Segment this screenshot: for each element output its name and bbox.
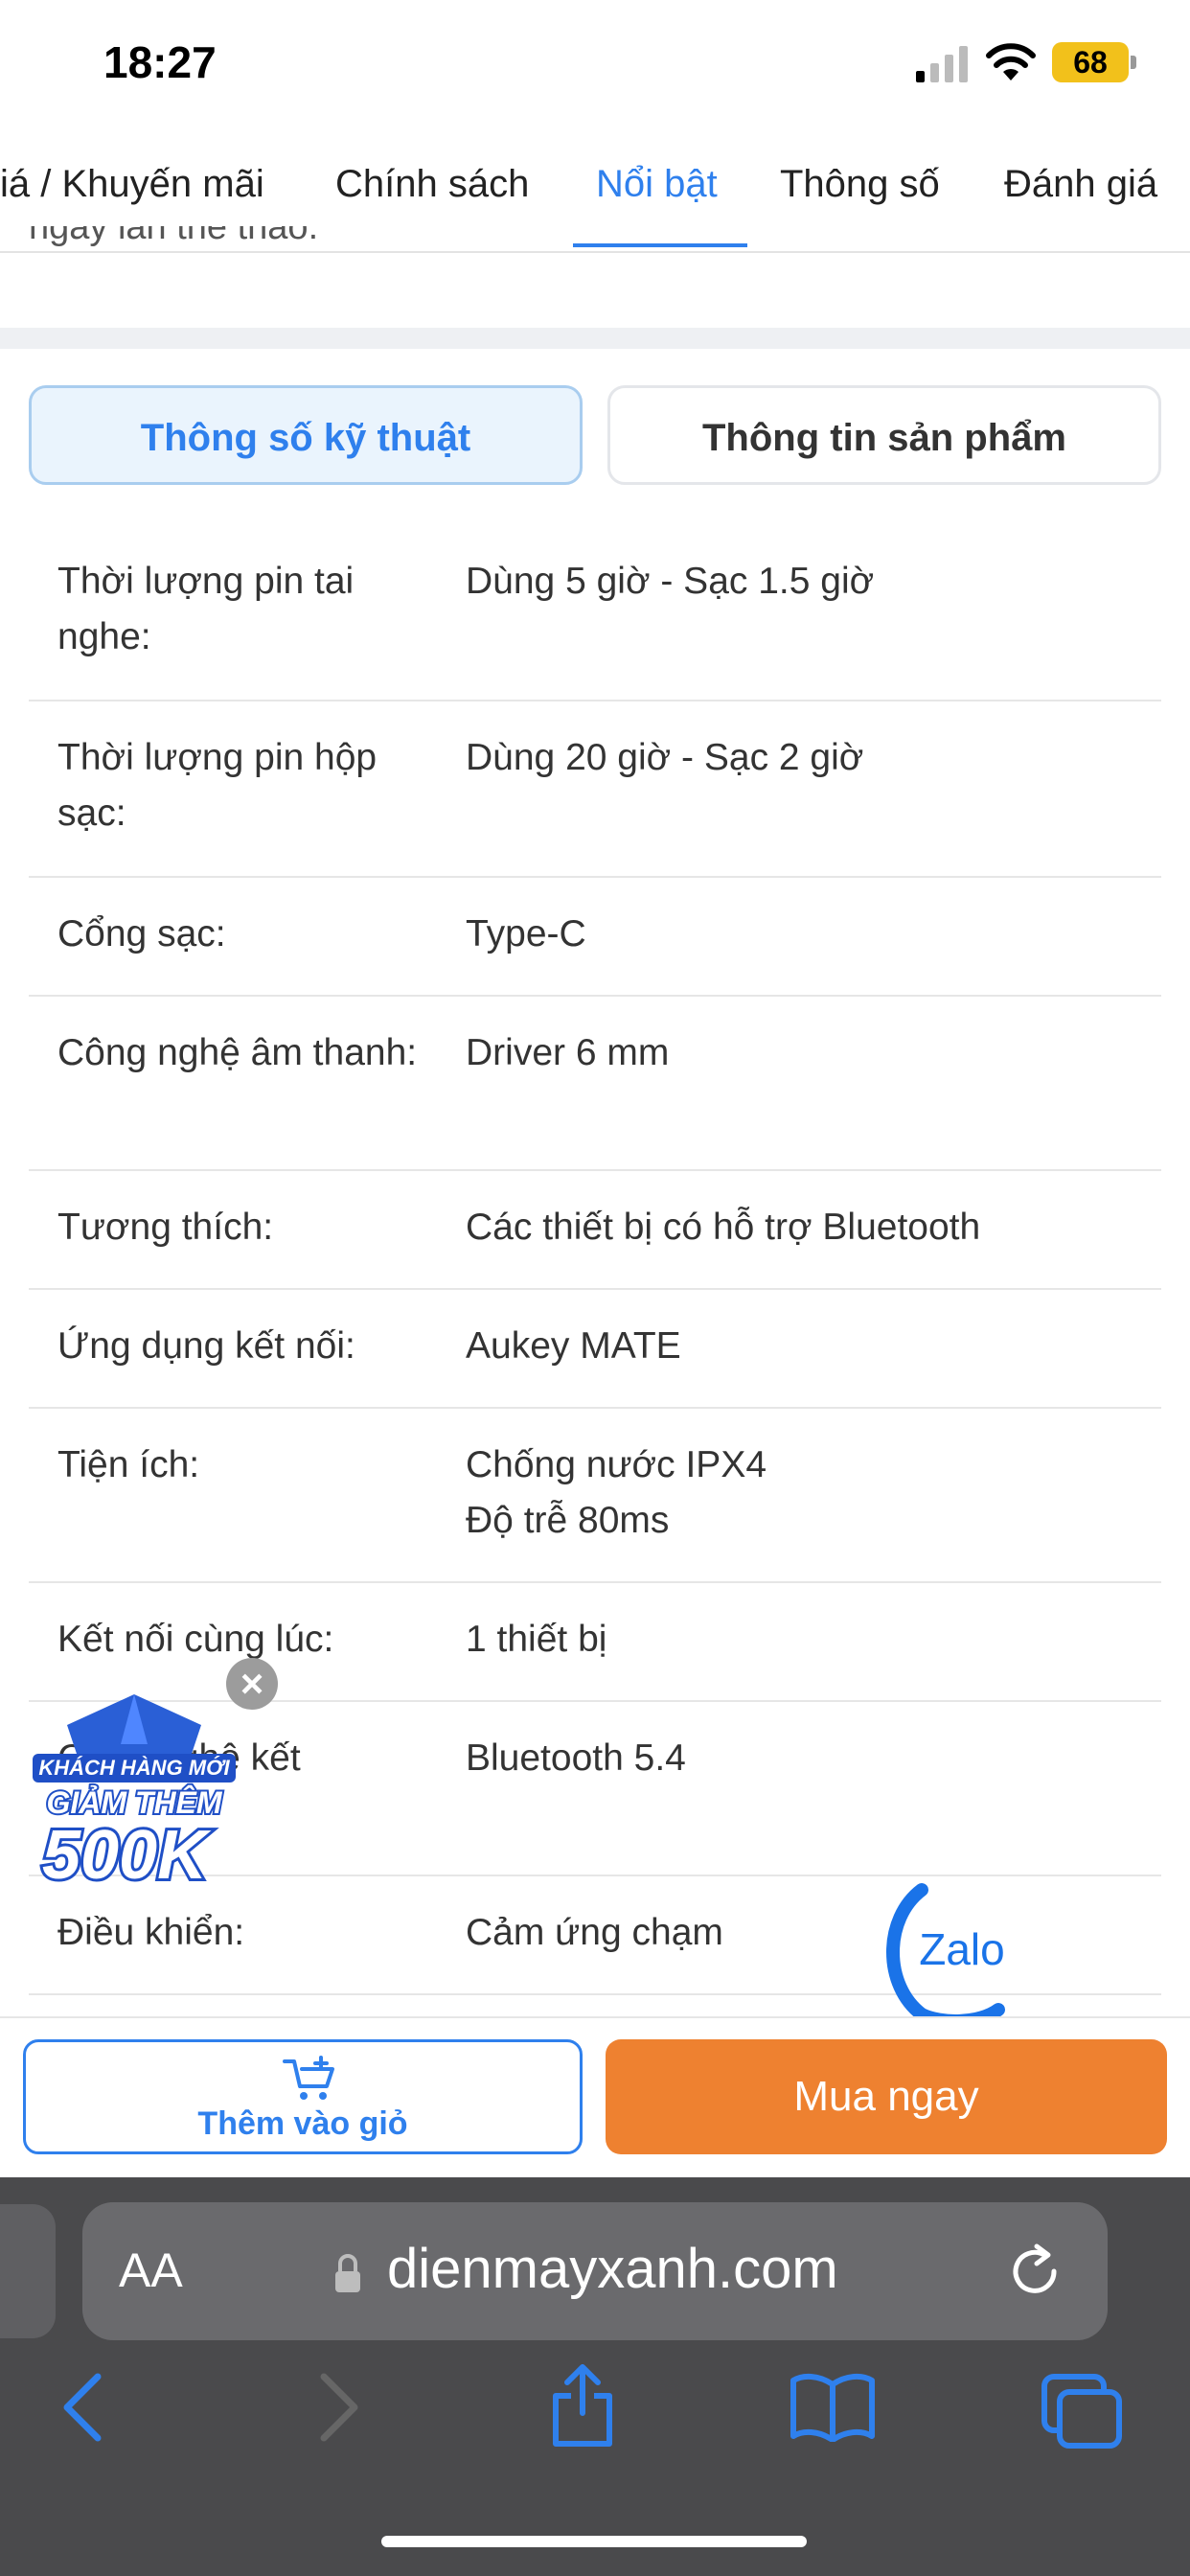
spec-label: Công nghệ âm thanh: — [57, 1032, 418, 1073]
url-text[interactable]: dienmayxanh.com — [387, 2237, 838, 2301]
status-time: 18:27 — [103, 37, 217, 87]
bookmarks-icon[interactable] — [790, 2373, 876, 2442]
spec-label: Cổng sạc: — [57, 913, 226, 954]
section-divider — [0, 328, 1190, 349]
spec-label: Tiện ích: — [57, 1444, 200, 1485]
battery-indicator: 68 — [1052, 42, 1129, 82]
cut-off-description-text: ngày lẫn thể thao. — [29, 226, 319, 247]
zalo-label: Zalo — [919, 1924, 1004, 1974]
active-tab-indicator — [573, 243, 747, 247]
spec-value: Aukey MATE — [466, 1325, 681, 1367]
battery-cap — [1131, 56, 1136, 69]
tabs-icon[interactable] — [1041, 2373, 1123, 2450]
spec-label: Kết nối cùng lúc: — [57, 1619, 334, 1660]
cellular-signal-icon — [916, 46, 968, 82]
add-to-cart-label: Thêm vào giỏ — [197, 2105, 408, 2142]
spec-label: Thời lượng pin tai nghe: — [57, 561, 355, 657]
close-promo-button[interactable]: × — [226, 1658, 278, 1710]
previous-tab-peek[interactable] — [0, 2204, 56, 2338]
cut-off-description: ngày lẫn thể thao. — [29, 226, 318, 251]
promo-line1: KHÁCH HÀNG MỚI — [38, 1756, 230, 1780]
promo-line3: 500K — [42, 1817, 212, 1894]
spec-value: Dùng 20 giờ - Sạc 2 giờ — [466, 737, 864, 778]
cart-plus-icon — [283, 2056, 334, 2100]
spec-value: Driver 6 mm — [466, 1032, 670, 1073]
close-icon: × — [240, 1661, 264, 1706]
table-row: Kết nối cùng lúc: 1 thiết bị — [29, 1583, 1161, 1702]
reload-icon[interactable] — [1008, 2242, 1065, 2302]
spec-value: Cảm ứng chạm — [466, 1912, 723, 1953]
new-customer-promo-badge[interactable]: KHÁCH HÀNG MỚI GIẢM THÊM 500K — [29, 1687, 240, 1898]
table-row: Tiện ích: Chống nước IPX4 Độ trễ 80ms — [29, 1409, 1161, 1583]
buy-now-button[interactable]: Mua ngay — [606, 2039, 1167, 2154]
table-row: Cổng sạc: Type-C — [29, 878, 1161, 997]
spec-label: Ứng dụng kết nối: — [57, 1325, 355, 1367]
status-bar: 18:27 68 — [0, 0, 1190, 125]
spec-value: 1 thiết bị — [466, 1619, 607, 1660]
tab-promotions[interactable]: iá / Khuyến mãi — [0, 163, 264, 206]
lock-icon — [335, 2254, 360, 2292]
reader-settings-label: AA — [119, 2243, 183, 2297]
spec-value: Dùng 5 giờ - Sạc 1.5 giờ — [466, 561, 875, 602]
table-row: Công nghệ âm thanh: Driver 6 mm — [29, 997, 1161, 1171]
back-icon[interactable] — [59, 2373, 105, 2442]
tab-highlights[interactable]: Nổi bật — [596, 163, 718, 206]
add-to-cart-button[interactable]: Thêm vào giỏ — [23, 2039, 583, 2154]
forward-icon[interactable] — [316, 2373, 362, 2442]
spec-value: Các thiết bị có hỗ trợ Bluetooth — [466, 1207, 981, 1248]
zalo-chat-button[interactable]: Zalo — [883, 1880, 1018, 2024]
tab-specs[interactable]: Thông số — [780, 163, 940, 206]
tab-reviews[interactable]: Đánh giá — [1004, 163, 1157, 206]
table-row: Thời lượng pin hộp sạc: Dùng 20 giờ - Sạ… — [29, 702, 1161, 878]
spec-label: Thời lượng pin hộp sạc: — [57, 737, 378, 834]
spec-value: Chống nước IPX4 Độ trễ 80ms — [466, 1444, 767, 1541]
wifi-icon — [986, 43, 1036, 80]
spec-value: Bluetooth 5.4 — [466, 1737, 686, 1779]
spec-label: Tương thích: — [57, 1207, 274, 1248]
table-row: Tương thích: Các thiết bị có hỗ trợ Blue… — [29, 1171, 1161, 1290]
share-icon[interactable] — [548, 2363, 617, 2448]
table-row: Ứng dụng kết nối: Aukey MATE — [29, 1290, 1161, 1409]
tab-policy[interactable]: Chính sách — [335, 163, 529, 206]
home-indicator — [381, 2536, 807, 2547]
tab-product-info[interactable]: Thông tin sản phẩm — [607, 385, 1161, 485]
spec-label: Điều khiển: — [57, 1912, 245, 1953]
reader-settings-button[interactable]: AA — [119, 2242, 183, 2298]
promo-line2: GIẢM THÊM — [46, 1785, 222, 1820]
spec-value: Type-C — [466, 913, 586, 954]
tab-technical-specs[interactable]: Thông số kỹ thuật — [29, 385, 583, 485]
table-row: Thời lượng pin tai nghe: Dùng 5 giờ - Sạ… — [29, 527, 1161, 702]
